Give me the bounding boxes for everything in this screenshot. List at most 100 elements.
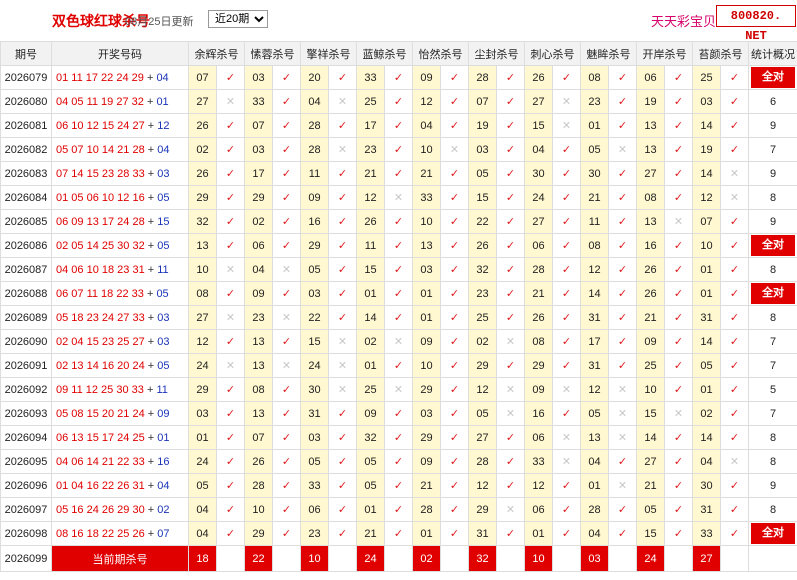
red-balls: 02 04 15 23 25 27 [56,335,145,348]
kill-number: 23 [356,137,385,162]
stat-cell: 全对 [748,521,797,546]
stat-count: 9 [748,473,797,498]
draw-numbers: 06 07 11 18 22 33 + 05 [51,281,189,306]
kill-number: 28 [412,497,441,522]
check-mark-icon: ✓ [552,281,581,306]
kill-number: 10 [412,209,441,234]
kill-number: 27 [636,161,665,186]
red-balls: 08 16 18 22 25 26 [56,527,145,540]
draw-numbers: 01 11 17 22 24 29 + 04 [51,65,189,90]
check-mark-icon: ✓ [496,257,525,282]
blue-ball: 05 [157,239,170,252]
kill-number: 01 [412,521,441,546]
draw-numbers: 05 16 24 26 29 30 + 02 [51,497,189,522]
stat-count: 8 [748,305,797,330]
table-row: 2026089 05 18 23 24 27 33 + 03 27 ✕ 23 ✕ 22 ✓ 14… [0,305,797,330]
check-mark-icon: ✓ [496,521,525,546]
period-select[interactable]: 近20期 [208,10,268,28]
kill-number: 30 [692,473,721,498]
issue-number: 2026089 [0,305,52,330]
table-row: 2026096 01 04 16 22 26 31 + 04 05 ✓ 28 ✓ 33 ✓ 05… [0,473,797,498]
check-mark-icon: ✓ [272,185,301,210]
kill-number: 28 [300,113,329,138]
check-mark-icon: ✓ [440,425,469,450]
check-mark-icon: ✓ [720,425,749,450]
table-row: 2026084 01 05 06 10 12 16 + 05 29 ✓ 29 ✓ 09 ✓ 12… [0,185,797,210]
kill-number: 10 [412,137,441,162]
check-mark-icon: ✓ [216,113,245,138]
kill-number: 14 [692,425,721,450]
cross-mark-icon: ✕ [552,89,581,114]
all-correct-badge: 全对 [751,523,795,544]
issue-number: 2026090 [0,329,52,354]
blue-ball: 12 [157,119,170,132]
check-mark-icon: ✓ [384,473,413,498]
check-mark-icon: ✓ [216,377,245,402]
kill-number: 08 [580,233,609,258]
kill-number: 12 [524,473,553,498]
cross-mark-icon: ✕ [552,449,581,474]
kill-number: 09 [412,449,441,474]
check-mark-icon: ✓ [664,65,693,90]
issue-number: 2026096 [0,473,52,498]
kill-number: 05 [300,449,329,474]
kill-number: 08 [580,65,609,90]
cross-mark-icon: ✕ [496,401,525,426]
current-issue: 2026099 [0,545,52,572]
check-mark-icon: ✓ [440,209,469,234]
kill-number: 33 [356,65,385,90]
top-bar: 双色球红球杀号 08月25日更新 近20期 天天彩宝贝 800820. NET [0,0,797,43]
check-mark-icon: ✓ [496,305,525,330]
red-balls: 01 05 06 10 12 16 [56,191,145,204]
current-blank-cell [384,545,413,572]
brand-domain-box[interactable]: 800820. NET [716,5,796,43]
kill-number: 14 [356,305,385,330]
kill-number: 11 [580,209,609,234]
kill-number: 01 [692,257,721,282]
draw-numbers: 02 13 14 16 20 24 + 05 [51,353,189,378]
check-mark-icon: ✓ [496,161,525,186]
brand-name[interactable]: 天天彩宝贝 [651,11,716,30]
check-mark-icon: ✓ [664,281,693,306]
table-row: 2026085 06 09 13 17 24 28 + 15 32 ✓ 02 ✓ 16 ✓ 26… [0,209,797,234]
draw-numbers: 04 06 14 21 22 33 + 16 [51,449,189,474]
plus-sign-icon: + [144,311,158,324]
kill-number: 23 [580,89,609,114]
kill-number: 19 [468,113,497,138]
blue-ball: 16 [157,455,170,468]
current-kill-number: 18 [188,545,217,572]
cross-mark-icon: ✕ [720,161,749,186]
kill-number: 09 [356,401,385,426]
issue-number: 2026085 [0,209,52,234]
check-mark-icon: ✓ [496,449,525,474]
check-mark-icon: ✓ [720,473,749,498]
blue-ball: 02 [157,503,170,516]
kill-number: 03 [244,137,273,162]
check-mark-icon: ✓ [272,401,301,426]
check-mark-icon: ✓ [720,65,749,90]
check-mark-icon: ✓ [608,89,637,114]
check-mark-icon: ✓ [272,137,301,162]
red-balls: 01 11 17 22 24 29 [56,71,144,84]
kill-number: 04 [580,449,609,474]
kill-number: 06 [636,65,665,90]
kill-number: 30 [580,161,609,186]
kill-number: 01 [412,281,441,306]
cross-mark-icon: ✕ [608,425,637,450]
table-row: 2026098 08 16 18 22 25 26 + 07 04 ✓ 29 ✓ 23 ✓ 21… [0,521,797,546]
check-mark-icon: ✓ [216,473,245,498]
check-mark-icon: ✓ [384,257,413,282]
kill-number: 01 [356,497,385,522]
check-mark-icon: ✓ [720,401,749,426]
check-mark-icon: ✓ [384,521,413,546]
cross-mark-icon: ✕ [496,497,525,522]
plus-sign-icon: + [144,191,158,204]
check-mark-icon: ✓ [608,257,637,282]
kill-number: 06 [300,497,329,522]
check-mark-icon: ✓ [608,281,637,306]
check-mark-icon: ✓ [384,161,413,186]
kill-number: 31 [692,497,721,522]
draw-numbers: 05 07 10 14 21 28 + 04 [51,137,189,162]
check-mark-icon: ✓ [664,233,693,258]
kill-number: 04 [188,497,217,522]
